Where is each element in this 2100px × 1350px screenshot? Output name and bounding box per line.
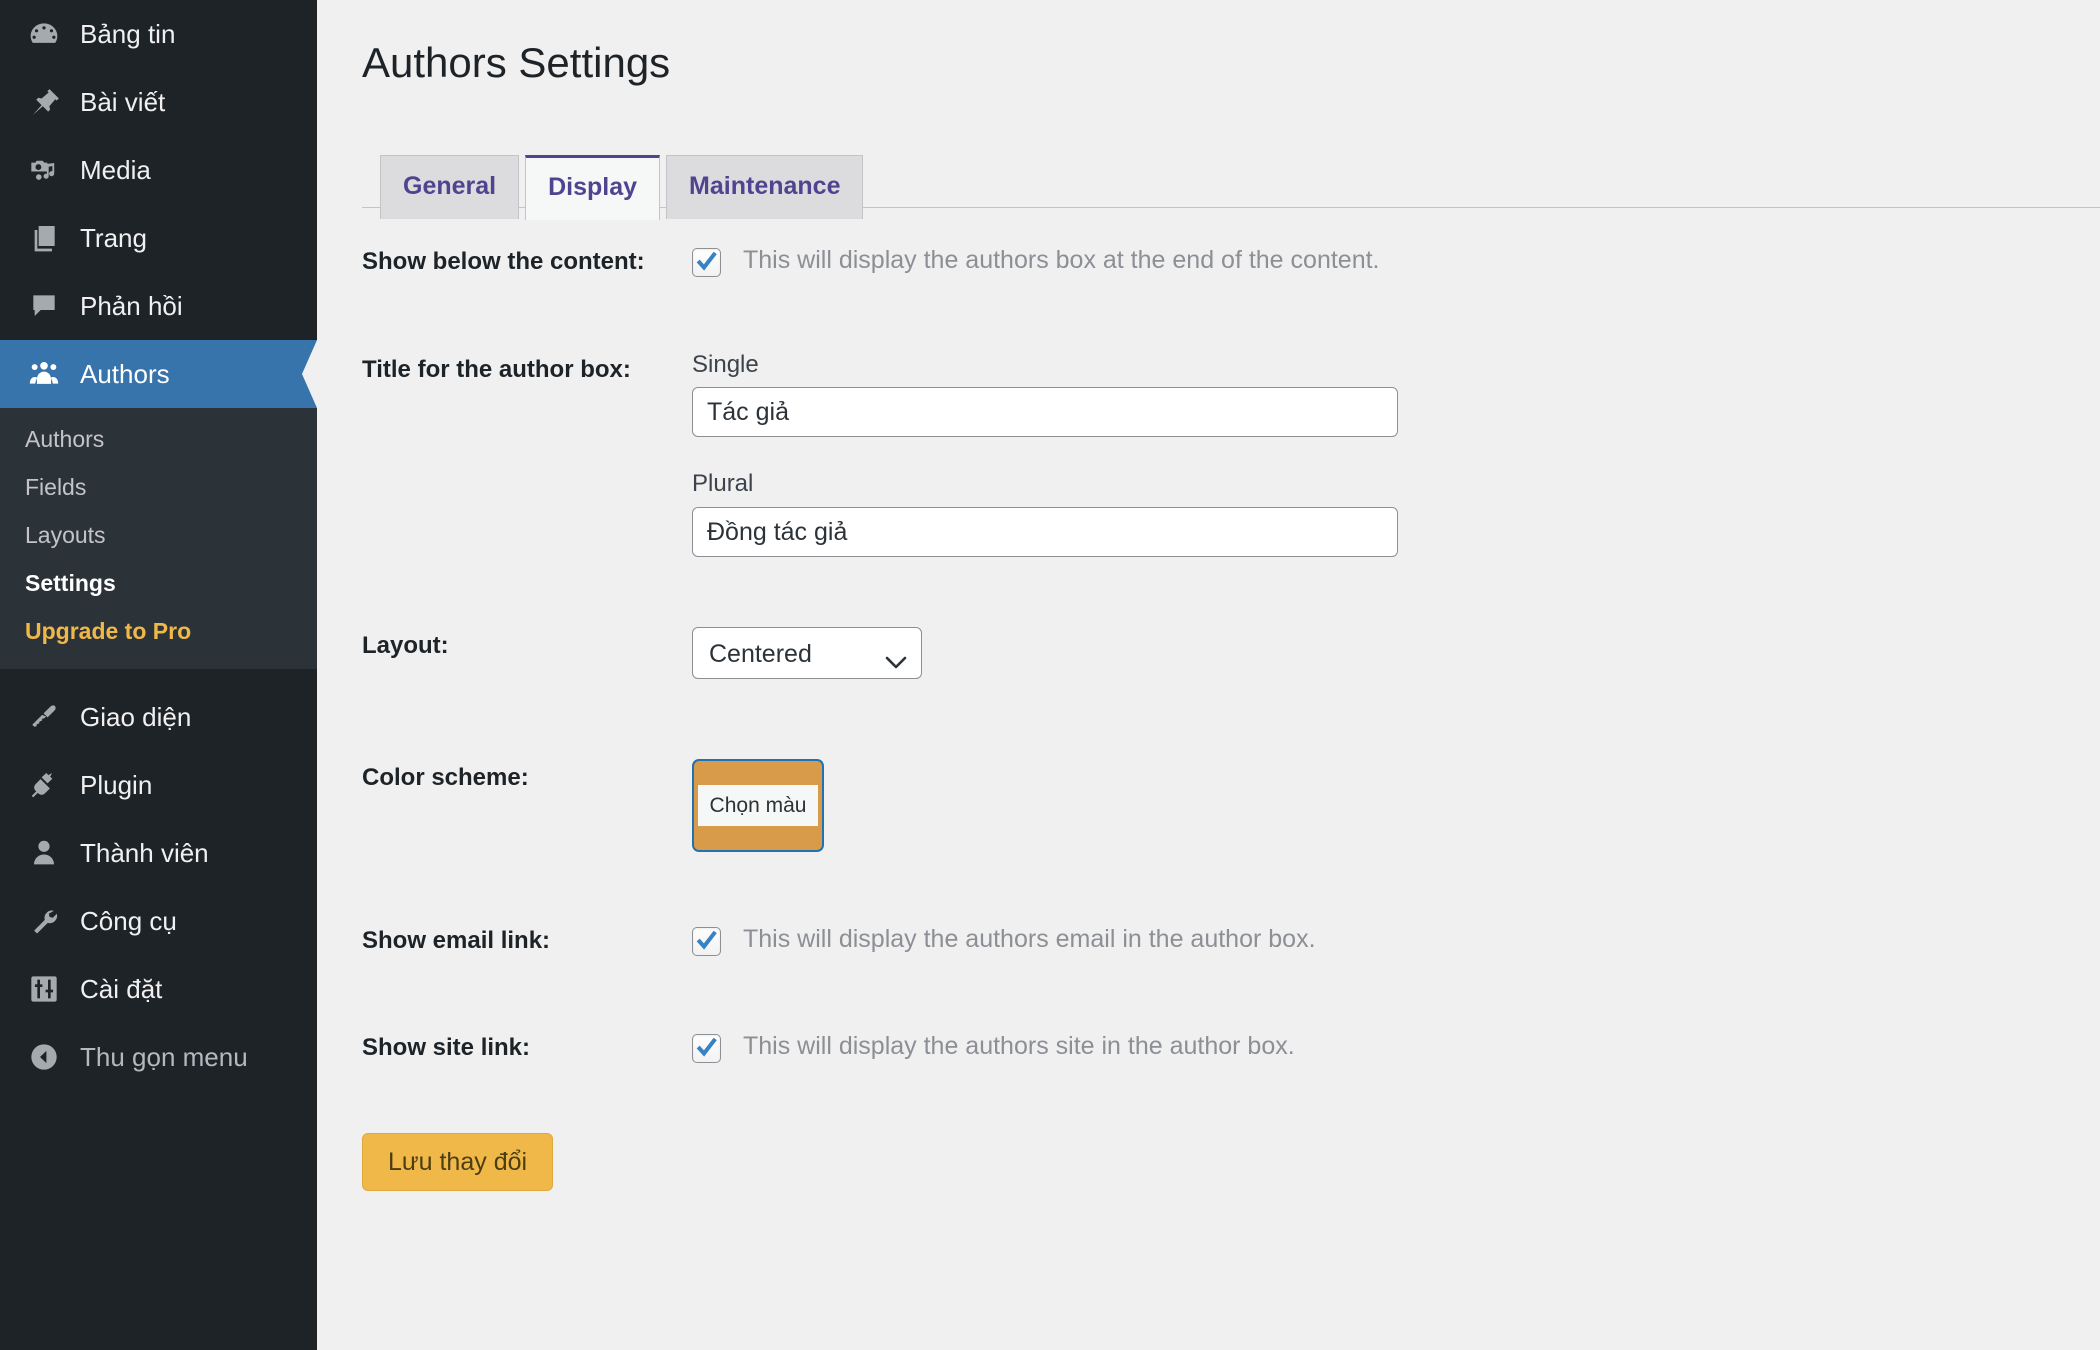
sidebar-item-label: Cài đặt — [80, 976, 162, 1002]
main-content: Authors Settings GeneralDisplayMaintenan… — [317, 0, 2100, 1350]
media-icon — [25, 151, 63, 189]
submenu-item-upgrade-to-pro[interactable]: Upgrade to Pro — [0, 608, 317, 656]
row-title-author-box: Title for the author box: Single Plural — [362, 316, 2062, 593]
sidebar-item-posts[interactable]: Bài viết — [0, 68, 317, 136]
pages-icon — [25, 219, 63, 257]
sidebar-item-label: Thành viên — [80, 840, 209, 866]
label-show-below-content: Show below the content: — [362, 208, 692, 315]
label-show-email-link: Show email link: — [362, 887, 692, 994]
authors-group-icon — [25, 355, 63, 393]
show-below-content-checkbox[interactable] — [692, 248, 721, 277]
save-changes-button[interactable]: Lưu thay đổi — [362, 1133, 553, 1191]
admin-sidebar: Bảng tin Bài viết Media Trang — [0, 0, 317, 1350]
tab-general[interactable]: General — [380, 155, 519, 218]
users-person-icon — [25, 834, 63, 872]
appearance-brush-icon — [25, 698, 63, 736]
show-site-link-checkbox[interactable] — [692, 1034, 721, 1063]
sidebar-item-users[interactable]: Thành viên — [0, 819, 317, 887]
submenu-item-label: Layouts — [25, 522, 106, 548]
sidebar-item-settings[interactable]: Cài đặt — [0, 955, 317, 1023]
tab-display[interactable]: Display — [525, 155, 660, 219]
layout-select[interactable]: Centered — [692, 627, 922, 679]
label-plural: Plural — [692, 470, 2048, 499]
row-layout: Layout: Centered — [362, 592, 2062, 724]
submenu-item-label: Settings — [25, 570, 116, 596]
collapse-menu-label: Thu gọn menu — [80, 1044, 248, 1070]
show-below-content-description: This will display the authors box at the… — [743, 243, 1380, 278]
show-email-link-checkbox[interactable] — [692, 927, 721, 956]
sidebar-item-label: Plugin — [80, 772, 152, 798]
title-plural-input[interactable] — [692, 507, 1398, 557]
settings-form-table: Show below the content: This will displa… — [362, 208, 2062, 1101]
current-menu-arrow-icon — [302, 340, 317, 408]
dashboard-icon — [25, 15, 63, 53]
layout-select-value: Centered — [709, 639, 812, 669]
label-title-author-box: Title for the author box: — [362, 316, 692, 593]
sidebar-item-label: Phản hồi — [80, 293, 183, 319]
plugin-plug-icon — [25, 766, 63, 804]
show-site-link-description: This will display the authors site in th… — [743, 1029, 1295, 1064]
sidebar-item-plugins[interactable]: Plugin — [0, 751, 317, 819]
submenu-item-authors[interactable]: Authors — [0, 416, 317, 464]
sidebar-item-label: Giao diện — [80, 704, 191, 730]
settings-sliders-icon — [25, 970, 63, 1008]
menu-separator — [0, 669, 317, 683]
label-layout: Layout: — [362, 592, 692, 724]
choose-color-button[interactable]: Chọn màu — [698, 785, 819, 826]
submenu-item-settings[interactable]: Settings — [0, 560, 317, 608]
sidebar-item-label: Bảng tin — [80, 21, 175, 47]
sidebar-item-comments[interactable]: Phản hồi — [0, 272, 317, 340]
comment-icon — [25, 287, 63, 325]
submenu-item-label: Authors — [25, 426, 104, 452]
submenu-item-fields[interactable]: Fields — [0, 464, 317, 512]
sidebar-item-dashboard[interactable]: Bảng tin — [0, 0, 317, 68]
label-single: Single — [692, 351, 2048, 380]
sidebar-item-label: Media — [80, 157, 151, 183]
submit-area: Lưu thay đổi — [362, 1133, 2100, 1231]
title-single-input[interactable] — [692, 387, 1398, 437]
chevron-down-icon — [885, 646, 907, 680]
sidebar-item-tools[interactable]: Công cụ — [0, 887, 317, 955]
color-swatch[interactable]: Chọn màu — [692, 759, 824, 852]
sidebar-item-label: Công cụ — [80, 908, 177, 934]
sidebar-item-label: Trang — [80, 225, 147, 251]
submenu-item-label: Fields — [25, 474, 86, 500]
sidebar-item-authors[interactable]: Authors — [0, 340, 317, 408]
submenu-item-layouts[interactable]: Layouts — [0, 512, 317, 560]
row-show-below-content: Show below the content: This will displa… — [362, 208, 2062, 315]
submenu-item-label: Upgrade to Pro — [25, 618, 191, 644]
settings-tabs: GeneralDisplayMaintenance — [362, 146, 2100, 208]
sidebar-item-label: Bài viết — [80, 89, 165, 115]
sidebar-item-pages[interactable]: Trang — [0, 204, 317, 272]
collapse-menu-button[interactable]: Thu gọn menu — [0, 1023, 317, 1091]
row-show-email-link: Show email link: This will display the a… — [362, 887, 2062, 994]
tab-maintenance[interactable]: Maintenance — [666, 155, 863, 218]
field-spacer — [692, 437, 2048, 470]
tools-wrench-icon — [25, 902, 63, 940]
show-email-link-description: This will display the authors email in t… — [743, 922, 1316, 957]
label-color-scheme: Color scheme: — [362, 724, 692, 887]
sidebar-item-media[interactable]: Media — [0, 136, 317, 204]
pin-icon — [25, 83, 63, 121]
sidebar-item-appearance[interactable]: Giao diện — [0, 683, 317, 751]
row-show-site-link: Show site link: This will display the au… — [362, 994, 2062, 1101]
authors-submenu: Authors Fields Layouts Settings Upgrade … — [0, 408, 317, 669]
row-color-scheme: Color scheme: Chọn màu — [362, 724, 2062, 887]
collapse-left-arrow-icon — [25, 1038, 63, 1076]
page-title: Authors Settings — [317, 0, 2100, 88]
label-show-site-link: Show site link: — [362, 994, 692, 1101]
sidebar-item-label: Authors — [80, 361, 170, 387]
